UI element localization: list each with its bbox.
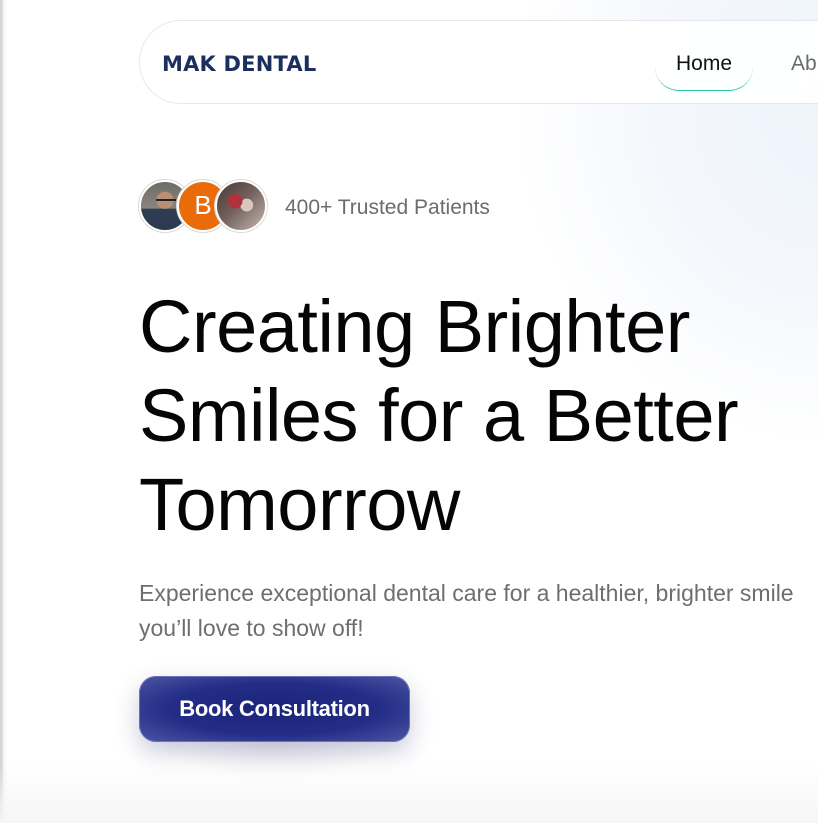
book-consultation-button[interactable]: Book Consultation <box>139 676 410 742</box>
patient-avatars: B <box>139 180 269 234</box>
hero-subtitle: Experience exceptional dental care for a… <box>139 580 794 641</box>
page: MAK DENTAL Home Ab B 400+ Trusted Patien… <box>0 0 818 823</box>
nav-link-about[interactable]: Ab <box>770 43 818 91</box>
hero-title: Creating Brighter Smiles for a Better To… <box>139 285 739 546</box>
navbar: MAK DENTAL Home Ab <box>139 20 818 104</box>
trusted-patients-text: 400+ Trusted Patients <box>285 196 490 219</box>
logo[interactable]: MAK DENTAL <box>162 50 316 78</box>
window-left-edge <box>0 0 7 823</box>
nav-link-home[interactable]: Home <box>655 43 754 91</box>
bottom-fade <box>0 763 818 823</box>
avatar-patient-3 <box>215 180 267 232</box>
glasses-icon <box>156 199 176 206</box>
